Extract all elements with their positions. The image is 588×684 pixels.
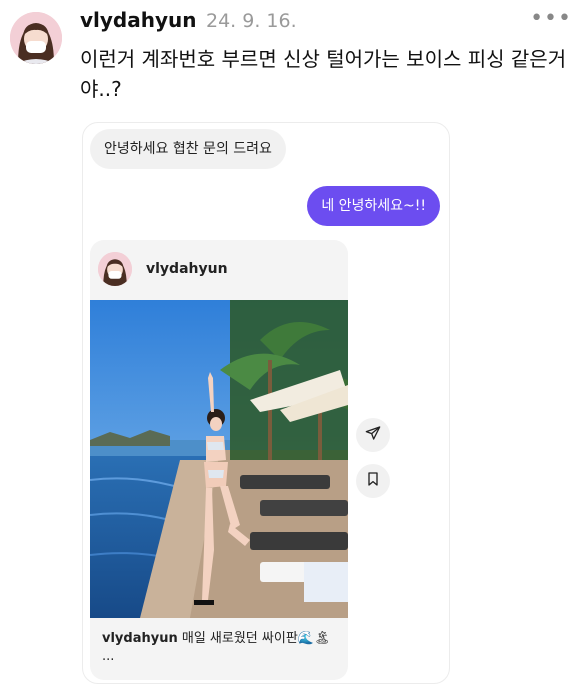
shared-post-caption: vlydahyun 매일 새로웠던 싸이판🌊🏝 ... xyxy=(102,630,342,666)
post-author-avatar[interactable] xyxy=(10,12,62,64)
caption-username: vlydahyun xyxy=(102,631,178,646)
share-button[interactable] xyxy=(356,418,390,452)
shared-post-username: vlydahyun xyxy=(146,261,228,277)
bookmark-icon xyxy=(365,471,381,491)
shared-post-avatar xyxy=(98,252,132,286)
more-options-icon[interactable]: ••• xyxy=(530,6,572,31)
shared-post-card[interactable]: vlydahyun vlydahyun 매일 새로웠던 싸이판🌊🏝 ... xyxy=(90,240,348,680)
post-author-username[interactable]: vlydahyun xyxy=(80,8,197,32)
shared-post-photo xyxy=(90,300,348,618)
save-button[interactable] xyxy=(356,464,390,498)
incoming-message-bubble: 안녕하세요 협찬 문의 드려요 xyxy=(90,129,286,169)
paper-plane-icon xyxy=(365,425,381,445)
post-date: 24. 9. 16. xyxy=(206,10,297,32)
outgoing-message-bubble: 네 안녕하세요~!! xyxy=(307,186,440,226)
post-text: 이런거 계좌번호 부르면 신상 털어가는 보이스 피싱 같은거야..? xyxy=(80,47,567,101)
